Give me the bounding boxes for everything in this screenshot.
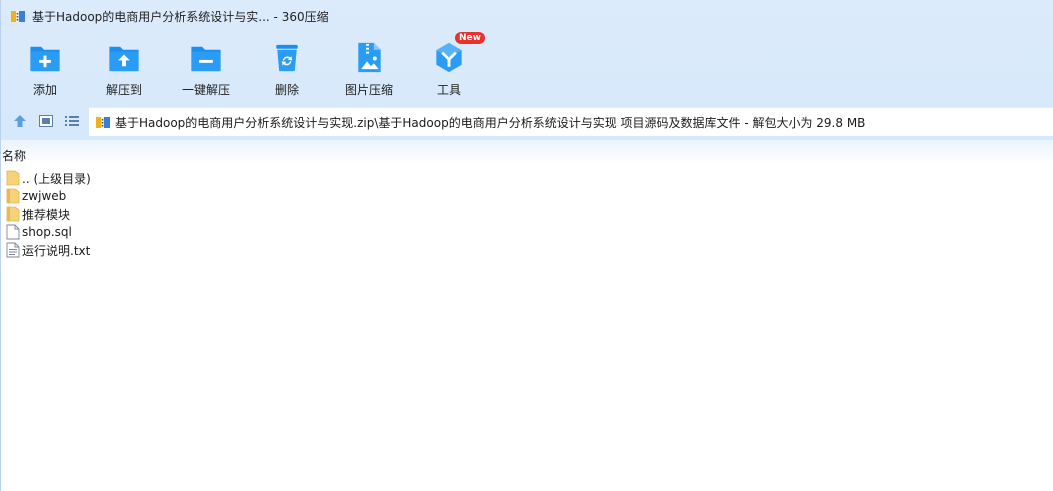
up-arrow-icon[interactable] xyxy=(11,112,29,130)
list-view-icon[interactable] xyxy=(63,112,81,130)
list-item[interactable]: 推荐模块 xyxy=(1,205,401,223)
delete-label: 删除 xyxy=(274,83,299,97)
one-click-extract-label: 一键解压 xyxy=(181,83,230,97)
folder-up-icon xyxy=(6,170,20,186)
list-header: 名称 xyxy=(1,140,1053,164)
column-header-name[interactable]: 名称 xyxy=(2,147,26,164)
window-title: 基于Hadoop的电商用户分析系统设计与实... - 360压缩 xyxy=(32,9,329,24)
one-click-extract-button[interactable]: 一键解压 xyxy=(167,38,245,98)
extract-to-label: 解压到 xyxy=(105,83,142,97)
file-list: .. (上级目录) zwjweb 推荐模块 shop.sql 运行说明.txt xyxy=(1,169,401,259)
tools-icon xyxy=(436,42,462,73)
add-button[interactable]: 添加 xyxy=(9,38,81,98)
add-folder-icon xyxy=(30,46,60,72)
new-badge: New xyxy=(455,32,485,44)
file-name: shop.sql xyxy=(22,225,72,239)
image-compress-icon xyxy=(358,42,381,73)
toolbar: 添加 解压到 一键解压 删除 图片压缩 New 工具 xyxy=(9,32,489,98)
address-path: 基于Hadoop的电商用户分析系统设计与实现.zip\基于Hadoop的电商用户… xyxy=(115,115,866,130)
add-label: 添加 xyxy=(32,83,57,97)
list-item[interactable]: 运行说明.txt xyxy=(1,241,401,259)
file-icon xyxy=(6,224,20,240)
tools-label: 工具 xyxy=(436,83,461,97)
file-name: 推荐模块 xyxy=(22,207,71,222)
title-bar: 基于Hadoop的电商用户分析系统设计与实... - 360压缩 xyxy=(1,0,1053,32)
trash-icon xyxy=(276,44,298,72)
app-window: 基于Hadoop的电商用户分析系统设计与实... - 360压缩 添加 解压到 … xyxy=(0,0,1053,491)
folder-icon xyxy=(6,188,20,204)
top-area: 基于Hadoop的电商用户分析系统设计与实... - 360压缩 添加 解压到 … xyxy=(1,0,1053,140)
list-item[interactable]: zwjweb xyxy=(1,187,401,205)
address-bar[interactable]: 基于Hadoop的电商用户分析系统设计与实现.zip\基于Hadoop的电商用户… xyxy=(89,107,1053,136)
list-item[interactable]: shop.sql xyxy=(1,223,401,241)
navigation-row: 基于Hadoop的电商用户分析系统设计与实现.zip\基于Hadoop的电商用户… xyxy=(1,107,1053,136)
text-file-icon xyxy=(6,242,20,258)
image-compress-button[interactable]: 图片压缩 xyxy=(329,38,409,98)
tools-button[interactable]: New 工具 xyxy=(409,32,489,98)
list-item[interactable]: .. (上级目录) xyxy=(1,169,401,187)
file-name: .. (上级目录) xyxy=(22,171,91,186)
extract-to-icon xyxy=(109,46,139,72)
one-click-extract-icon xyxy=(191,46,221,72)
folder-icon xyxy=(6,206,20,222)
archive-app-icon xyxy=(10,8,26,24)
file-name: zwjweb xyxy=(22,189,67,203)
zip-archive-icon xyxy=(95,114,111,130)
thumbnail-view-icon[interactable] xyxy=(37,112,55,130)
extract-to-button[interactable]: 解压到 xyxy=(81,38,167,98)
image-compress-label: 图片压缩 xyxy=(344,83,393,97)
file-name: 运行说明.txt xyxy=(22,243,91,258)
delete-button[interactable]: 删除 xyxy=(245,38,329,98)
